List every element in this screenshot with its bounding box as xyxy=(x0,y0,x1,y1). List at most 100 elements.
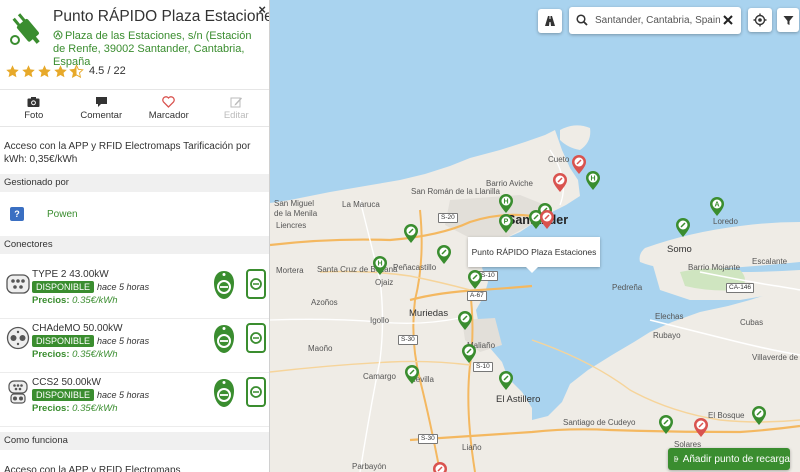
map-pin-green[interactable]: H xyxy=(498,194,514,214)
svg-text:H: H xyxy=(377,261,382,268)
rfid-tag-icon xyxy=(214,271,234,299)
chademo-plug-icon xyxy=(6,326,30,350)
charger-plug-icon xyxy=(10,13,40,45)
bookmark-label: Marcador xyxy=(148,109,189,121)
map-label-maono: Maoño xyxy=(308,344,333,353)
action-bar: Foto Comentar Marcador Editar xyxy=(0,89,270,127)
svg-text:P: P xyxy=(504,219,509,226)
map-pin-red[interactable] xyxy=(552,173,568,193)
map-pin-green[interactable] xyxy=(467,270,483,290)
map-label-la-maruca: La Maruca xyxy=(342,200,380,209)
operator-row[interactable]: ? Powen xyxy=(0,196,269,234)
map-pin-green[interactable] xyxy=(675,218,691,238)
photo-button[interactable]: Foto xyxy=(0,90,68,126)
road-toggle-button[interactable] xyxy=(538,9,562,33)
map[interactable]: Cueto Barrio Aviche San Román de la Llan… xyxy=(270,0,800,472)
type2-plug-icon xyxy=(6,274,30,294)
station-title: Punto RÁPIDO Plaza Estaciones xyxy=(53,8,270,25)
operator-logo: ? xyxy=(10,207,24,221)
map-pin-red[interactable] xyxy=(432,462,448,472)
map-label-santiago: Santiago de Cudeyo xyxy=(563,418,636,427)
bookmark-button[interactable]: Marcador xyxy=(135,90,203,126)
star-icon xyxy=(22,64,35,77)
half-star-icon xyxy=(69,63,84,78)
map-label-san-roman: San Román de la Llanilla xyxy=(411,187,500,196)
map-pin-green[interactable] xyxy=(404,365,420,385)
status-time: hace 5 horas xyxy=(97,390,150,400)
edit-label: Editar xyxy=(223,109,249,121)
add-charging-point-button[interactable]: Añadir punto de recarga xyxy=(668,448,790,470)
svg-text:A: A xyxy=(714,202,719,209)
map-tooltip: Punto RÁPIDO Plaza Estaciones xyxy=(468,237,600,273)
map-pin-green[interactable] xyxy=(457,311,473,331)
how-it-works-header: Como funciona xyxy=(0,432,269,450)
connector-price: Precios: 0.35€/kWh xyxy=(32,349,118,360)
star-icon xyxy=(38,64,51,77)
crosshair-icon xyxy=(753,13,767,27)
search-input[interactable] xyxy=(595,13,720,28)
search-box[interactable] xyxy=(569,7,741,34)
connector-name: TYPE 2 43.00kW xyxy=(32,269,109,280)
status-badge: DISPONIBLE xyxy=(32,281,95,293)
status-time: hace 5 horas xyxy=(97,336,150,346)
map-label-ojaiz: Ojaiz xyxy=(375,278,394,287)
map-pin-green[interactable]: H xyxy=(372,256,388,276)
connector-status: DISPONIBLE hace 5 horas xyxy=(32,335,149,347)
price-value: 0.35€/kWh xyxy=(72,403,118,414)
map-pin-green[interactable] xyxy=(658,415,674,435)
phone-app-icon xyxy=(246,377,266,407)
camera-icon xyxy=(27,96,40,107)
phone-app-icon xyxy=(246,269,266,299)
map-label-cubas: Cubas xyxy=(740,318,764,327)
comment-button[interactable]: Comentar xyxy=(68,90,136,126)
rating[interactable]: 4.5 / 22 xyxy=(5,62,126,80)
filter-icon xyxy=(783,15,793,25)
station-header: Punto RÁPIDO Plaza Estaciones × Plaza de… xyxy=(0,0,270,68)
rating-text: 4.5 / 22 xyxy=(89,65,126,77)
map-pin-green[interactable]: P xyxy=(498,214,514,234)
map-pin-red[interactable] xyxy=(693,418,709,438)
locate-button[interactable] xyxy=(748,8,772,32)
map-label-penacastillo: Peñacastillo xyxy=(393,263,437,272)
map-pin-green[interactable] xyxy=(403,224,419,244)
map-pin-green[interactable] xyxy=(461,344,477,364)
svg-text:H: H xyxy=(590,176,595,183)
connector-status: DISPONIBLE hace 5 horas xyxy=(32,389,149,401)
map-pin-green[interactable] xyxy=(436,245,452,265)
station-panel: Punto RÁPIDO Plaza Estaciones × Plaza de… xyxy=(0,0,270,472)
connector-price: Precios: 0.35€/kWh xyxy=(32,295,118,306)
map-label-el-bosque: El Bosque xyxy=(708,411,745,420)
road-shield-ca146: CA-146 xyxy=(726,283,755,293)
map-label-elechas: Elechas xyxy=(655,312,684,321)
map-label-cueto: Cueto xyxy=(548,155,570,164)
filter-button[interactable] xyxy=(777,8,799,32)
charger-add-icon xyxy=(674,456,679,462)
close-icon[interactable] xyxy=(721,13,735,27)
road-shield-s20: S-20 xyxy=(438,213,458,223)
map-pin-red[interactable] xyxy=(539,210,555,230)
road-shield-s30b: S-30 xyxy=(418,434,438,444)
managed-by-header: Gestionado por xyxy=(0,174,269,192)
road-shield-a67: A-67 xyxy=(467,291,487,301)
map-label-san-miguel: San Miguel xyxy=(274,199,315,208)
connectors-header: Conectores xyxy=(0,236,269,254)
map-label-pedrena: Pedreña xyxy=(612,283,643,292)
map-pin-green[interactable]: H xyxy=(585,171,601,191)
map-pin-green[interactable] xyxy=(751,406,767,426)
map-label-el-astillero: El Astillero xyxy=(496,394,541,405)
map-label-liano: Liaño xyxy=(462,443,482,452)
map-pin-green[interactable]: A xyxy=(709,197,725,217)
map-label-camargo: Camargo xyxy=(363,372,396,381)
heart-icon xyxy=(162,95,176,108)
map-pin-green[interactable] xyxy=(498,371,514,391)
price-value: 0.35€/kWh xyxy=(72,349,118,360)
connector-row: TYPE 2 43.00kW DISPONIBLE hace 5 horas Pr… xyxy=(0,266,269,319)
close-icon[interactable]: × xyxy=(258,2,266,17)
map-label-barrio-mojante: Barrio Mojante xyxy=(688,263,741,272)
price-value: 0.35€/kWh xyxy=(72,295,118,306)
price-label: Precios: xyxy=(32,349,70,360)
star-icon xyxy=(6,64,19,77)
price-label: Precios: xyxy=(32,403,70,414)
edit-button[interactable]: Editar xyxy=(203,90,270,126)
comment-icon xyxy=(95,96,107,107)
